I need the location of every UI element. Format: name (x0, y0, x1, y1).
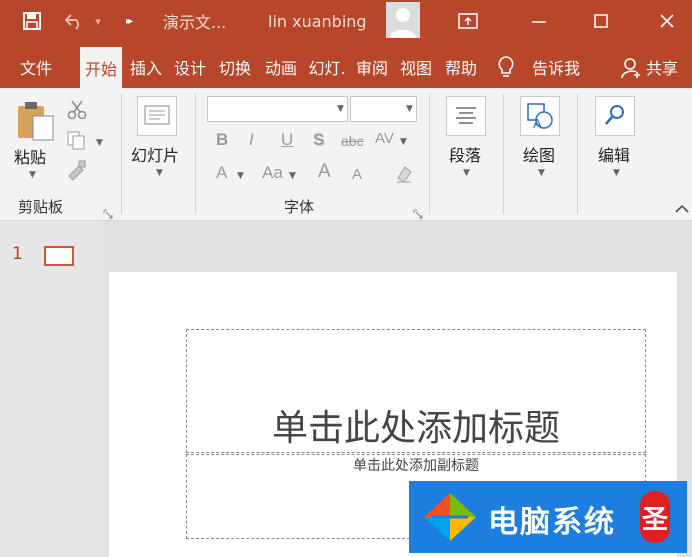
tab-animations[interactable]: 动画 (260, 52, 302, 82)
qat-overflow-icon[interactable]: ▸▸ (116, 0, 140, 42)
avatar[interactable] (386, 2, 420, 38)
drawing-caret[interactable]: ▼ (538, 168, 545, 178)
undo-icon[interactable] (58, 0, 90, 42)
paragraph-caret[interactable]: ▼ (463, 168, 470, 178)
share-button[interactable]: 共享 (646, 52, 692, 82)
maximize-icon[interactable] (580, 0, 622, 42)
person-share-icon[interactable] (620, 52, 642, 84)
cut-icon[interactable] (66, 100, 88, 120)
shadow-button[interactable]: S (313, 130, 324, 150)
shrink-font-button[interactable]: A (352, 166, 362, 183)
change-case-button[interactable]: Aa (262, 163, 283, 183)
paragraph-label[interactable]: 段落 (449, 142, 481, 166)
tab-transitions[interactable]: 切换 (214, 52, 256, 82)
font-color-caret[interactable]: ▼ (237, 171, 244, 181)
clipboard-group-label: 剪贴板 (18, 198, 64, 216)
subtitle-placeholder-text[interactable]: 单击此处添加副标题 (186, 455, 646, 475)
group-separator (195, 94, 196, 214)
strikethrough-button[interactable]: abc (341, 133, 364, 149)
undo-dropdown-caret[interactable]: ▾ (90, 0, 106, 42)
font-color-button[interactable]: A (216, 163, 227, 183)
italic-button[interactable]: I (249, 130, 254, 150)
char-spacing-button[interactable]: AV (375, 130, 394, 147)
tab-help[interactable]: 帮助 (440, 52, 482, 82)
ribbon-display-options-icon[interactable] (452, 0, 484, 42)
tab-view[interactable]: 视图 (396, 52, 436, 82)
tab-review[interactable]: 审阅 (352, 52, 392, 82)
close-icon[interactable] (646, 0, 688, 42)
copy-caret[interactable]: ▼ (96, 138, 103, 148)
tab-file[interactable]: 文件 (10, 52, 62, 82)
collapse-ribbon-icon[interactable] (674, 200, 690, 214)
slide-thumbnail[interactable] (44, 246, 74, 266)
watermark-badge: 圣 (640, 491, 670, 543)
new-slide-label[interactable]: 幻灯片 (131, 142, 179, 166)
watermark-text: 电脑系统 (488, 505, 616, 540)
change-case-caret[interactable]: ▼ (289, 171, 296, 181)
font-group-label: 字体 (284, 198, 315, 216)
windows-logo-icon (420, 489, 480, 545)
copy-icon[interactable] (66, 130, 88, 150)
grow-font-button[interactable]: A (318, 161, 331, 183)
tab-slideshow[interactable]: 幻灯. (305, 52, 349, 82)
svg-text:A: A (533, 116, 542, 131)
tell-me-search[interactable]: 告诉我 (526, 52, 586, 82)
font-launcher-icon[interactable] (413, 204, 423, 219)
underline-button[interactable]: U (281, 130, 293, 150)
format-painter-icon[interactable] (66, 160, 88, 181)
tab-design[interactable]: 设计 (170, 52, 210, 82)
editing-search-icon[interactable] (595, 96, 635, 136)
bold-button[interactable]: B (216, 130, 228, 150)
editing-label[interactable]: 编辑 (598, 142, 630, 166)
paste-caret[interactable]: ▼ (29, 170, 36, 180)
title-placeholder-text[interactable]: 单击此处添加标题 (186, 399, 646, 451)
new-slide-caret[interactable]: ▼ (156, 168, 163, 178)
font-name-combo[interactable] (207, 96, 348, 122)
user-name[interactable]: lin xuanbing (268, 0, 367, 42)
paste-label[interactable]: 粘贴 (14, 144, 46, 168)
char-spacing-caret[interactable]: ▼ (400, 137, 407, 147)
tab-insert[interactable]: 插入 (126, 52, 166, 82)
clipboard-launcher-icon[interactable] (103, 204, 113, 219)
group-separator (503, 94, 504, 214)
editing-caret[interactable]: ▼ (613, 168, 620, 178)
thumbnail-number: 1 (12, 244, 23, 264)
document-title: 演示文... (163, 13, 227, 32)
save-icon[interactable] (14, 0, 50, 42)
clear-formatting-icon[interactable] (394, 163, 414, 183)
group-separator (121, 94, 122, 214)
minimize-icon[interactable] (518, 0, 560, 42)
group-separator (429, 94, 430, 214)
paste-icon[interactable] (16, 100, 56, 142)
drawing-shapes-icon[interactable]: A (520, 96, 560, 136)
paragraph-icon[interactable] (446, 96, 486, 136)
font-size-caret[interactable]: ▼ (406, 104, 413, 114)
group-separator (577, 94, 578, 214)
slide-thumbnails-pane (0, 221, 103, 557)
drawing-label[interactable]: 绘图 (523, 142, 555, 166)
new-slide-icon[interactable] (137, 96, 177, 136)
font-name-caret[interactable]: ▼ (337, 104, 344, 114)
tab-home[interactable]: 开始 (80, 47, 122, 88)
lightbulb-icon[interactable] (494, 50, 518, 84)
